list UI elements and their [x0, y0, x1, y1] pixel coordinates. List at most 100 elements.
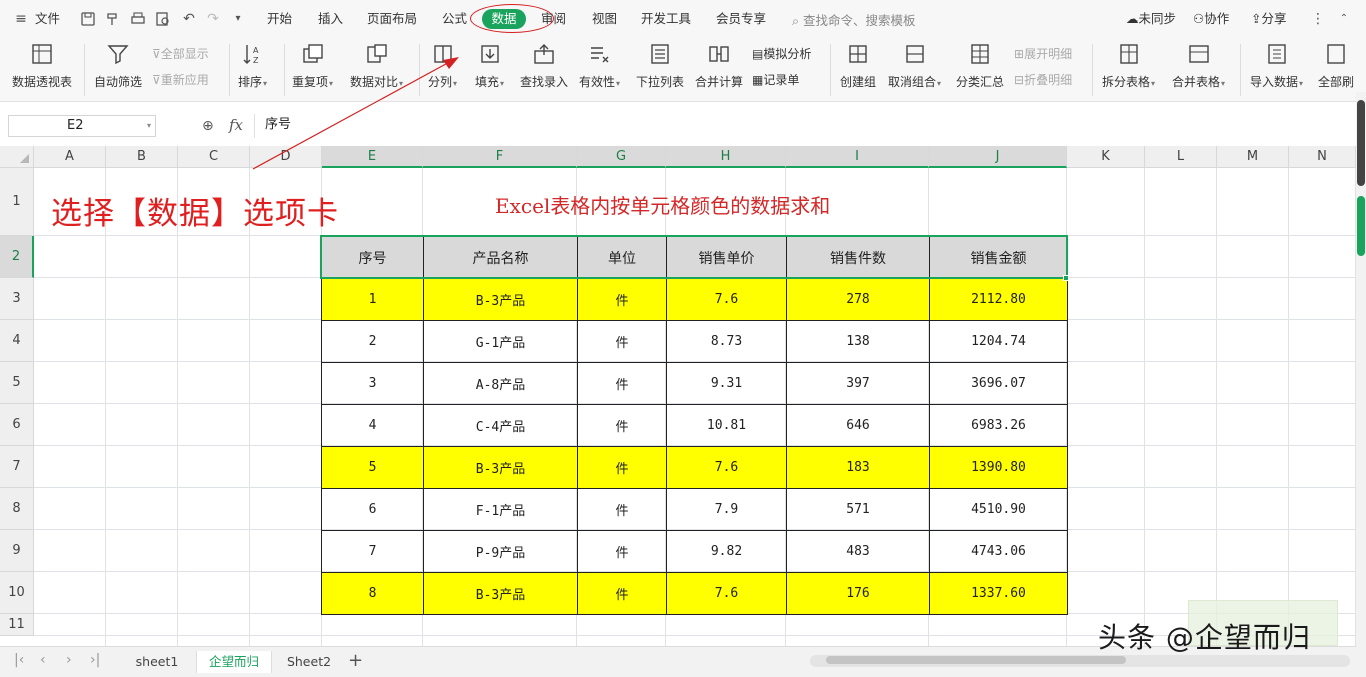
table-cell[interactable]: 483	[786, 530, 930, 573]
insert-function-icon[interactable]: fx	[229, 116, 243, 134]
table-cell[interactable]: 件	[577, 362, 667, 405]
header-cell[interactable]: 序号	[321, 236, 424, 279]
table-cell[interactable]: 1204.74	[929, 320, 1068, 363]
scroll-thumb[interactable]	[1357, 100, 1365, 186]
table-cell[interactable]: 9.82	[666, 530, 787, 573]
menu-file[interactable]: 文件	[35, 10, 60, 28]
sheet-title-cell[interactable]: Excel表格内按单元格颜色的数据求和	[495, 190, 830, 219]
table-cell[interactable]: 1390.80	[929, 446, 1068, 489]
fill-handle[interactable]	[1063, 275, 1069, 281]
sheet-tab-active[interactable]: 企望而归	[196, 651, 272, 673]
record-form-button[interactable]: ▦记录单	[752, 71, 799, 88]
table-cell[interactable]: B-3产品	[423, 572, 578, 615]
column-header[interactable]: H	[666, 146, 786, 168]
table-cell[interactable]: 646	[786, 404, 930, 447]
tab-formulas[interactable]: 公式	[442, 10, 467, 28]
add-sheet-icon[interactable]: +	[348, 650, 363, 671]
table-cell[interactable]: 4743.06	[929, 530, 1068, 573]
collaborate-button[interactable]: ⚇协作	[1193, 10, 1229, 28]
column-header[interactable]: K	[1067, 146, 1145, 168]
autofilter-button[interactable]: 自动筛选	[94, 42, 142, 90]
table-cell[interactable]: 5	[321, 446, 424, 489]
prev-sheet-icon[interactable]: ‹	[40, 652, 46, 668]
quick-access-dropdown-icon[interactable]: ▾	[229, 10, 247, 28]
column-header[interactable]: C	[178, 146, 250, 168]
horizontal-scroll-thumb[interactable]	[826, 656, 1126, 664]
tab-view[interactable]: 视图	[592, 10, 617, 28]
row-header[interactable]: 2	[0, 236, 34, 278]
table-cell[interactable]: C-4产品	[423, 404, 578, 447]
undo-icon[interactable]: ↶	[180, 10, 198, 28]
last-sheet-icon[interactable]: ›|	[90, 652, 100, 668]
table-cell[interactable]: 8	[321, 572, 424, 615]
split-table-button[interactable]: 拆分表格▾	[1102, 42, 1155, 90]
row-header[interactable]: 7	[0, 446, 34, 488]
table-cell[interactable]: 1337.60	[929, 572, 1068, 615]
column-header[interactable]: N	[1289, 146, 1356, 168]
collapse-detail-button[interactable]: ⊟折叠明细	[1014, 71, 1072, 88]
table-cell[interactable]: 件	[577, 320, 667, 363]
table-cell[interactable]: A-8产品	[423, 362, 578, 405]
tab-home[interactable]: 开始	[267, 10, 292, 28]
tab-member[interactable]: 会员专享	[716, 10, 766, 28]
column-header[interactable]: J	[929, 146, 1067, 168]
row-header[interactable]: 3	[0, 278, 34, 320]
row-header[interactable]: 9	[0, 530, 34, 572]
worksheet-grid[interactable]: ABCDEFGHIJKLMN 1 2 3 4 5 6 7 8 9 10 11 选择【数据】选项卡 E…	[0, 57, 1356, 646]
row-header[interactable]: 4	[0, 320, 34, 362]
table-cell[interactable]: 2112.80	[929, 278, 1068, 321]
table-cell[interactable]: 397	[786, 362, 930, 405]
name-box[interactable]: E2 ▾	[8, 115, 156, 137]
row-header[interactable]: 6	[0, 404, 34, 446]
simulate-analysis-button[interactable]: ▤模拟分析	[752, 45, 811, 62]
table-cell[interactable]: 8.73	[666, 320, 787, 363]
table-cell[interactable]: 138	[786, 320, 930, 363]
table-cell[interactable]: 9.31	[666, 362, 787, 405]
column-header[interactable]: G	[577, 146, 666, 168]
ungroup-button[interactable]: 取消组合▾	[888, 42, 941, 90]
tab-insert[interactable]: 插入	[318, 10, 343, 28]
table-cell[interactable]: 4	[321, 404, 424, 447]
table-cell[interactable]: 7.6	[666, 278, 787, 321]
table-cell[interactable]: 件	[577, 530, 667, 573]
column-header[interactable]: I	[786, 146, 929, 168]
table-cell[interactable]: 6	[321, 488, 424, 531]
reapply-button[interactable]: ⊽重新应用	[152, 71, 209, 88]
table-cell[interactable]: 3	[321, 362, 424, 405]
print-icon[interactable]	[130, 11, 146, 27]
sheet-tab[interactable]: Sheet2	[276, 651, 342, 673]
header-cell[interactable]: 销售单价	[666, 236, 787, 279]
row-header[interactable]: 5	[0, 362, 34, 404]
table-cell[interactable]: B-3产品	[423, 446, 578, 489]
show-all-button[interactable]: ⊽全部显示	[152, 45, 209, 62]
table-cell[interactable]: 7	[321, 530, 424, 573]
redo-icon[interactable]: ↷	[204, 10, 222, 28]
merge-table-button[interactable]: 合并表格▾	[1172, 42, 1225, 90]
table-cell[interactable]: 1	[321, 278, 424, 321]
scroll-thumb-secondary[interactable]	[1357, 196, 1365, 256]
collapse-ribbon-icon[interactable]: ⌃	[1335, 10, 1353, 28]
row-header[interactable]: 10	[0, 572, 34, 614]
table-cell[interactable]: B-3产品	[423, 278, 578, 321]
expand-detail-button[interactable]: ⊞展开明细	[1014, 45, 1072, 62]
column-header[interactable]: L	[1145, 146, 1217, 168]
table-cell[interactable]: 件	[577, 404, 667, 447]
command-search[interactable]: ⌕ 查找命令、搜索模板	[792, 10, 916, 29]
column-header[interactable]: B	[106, 146, 178, 168]
select-all-corner[interactable]	[0, 146, 34, 168]
table-cell[interactable]: 571	[786, 488, 930, 531]
table-cell[interactable]: 件	[577, 278, 667, 321]
subtotal-button[interactable]: 分类汇总	[956, 42, 1004, 90]
find-entry-button[interactable]: 查找录入	[520, 42, 568, 90]
table-cell[interactable]: 件	[577, 446, 667, 489]
table-cell[interactable]: 7.6	[666, 446, 787, 489]
row-header[interactable]: 11	[0, 614, 34, 636]
table-cell[interactable]: 3696.07	[929, 362, 1068, 405]
more-options-icon[interactable]: ⋮	[1309, 10, 1327, 28]
create-group-button[interactable]: 创建组	[840, 42, 876, 90]
row-header[interactable]: 8	[0, 488, 34, 530]
table-cell[interactable]: G-1产品	[423, 320, 578, 363]
header-cell[interactable]: 销售件数	[786, 236, 930, 279]
table-cell[interactable]: 件	[577, 488, 667, 531]
header-cell[interactable]: 产品名称	[423, 236, 578, 279]
